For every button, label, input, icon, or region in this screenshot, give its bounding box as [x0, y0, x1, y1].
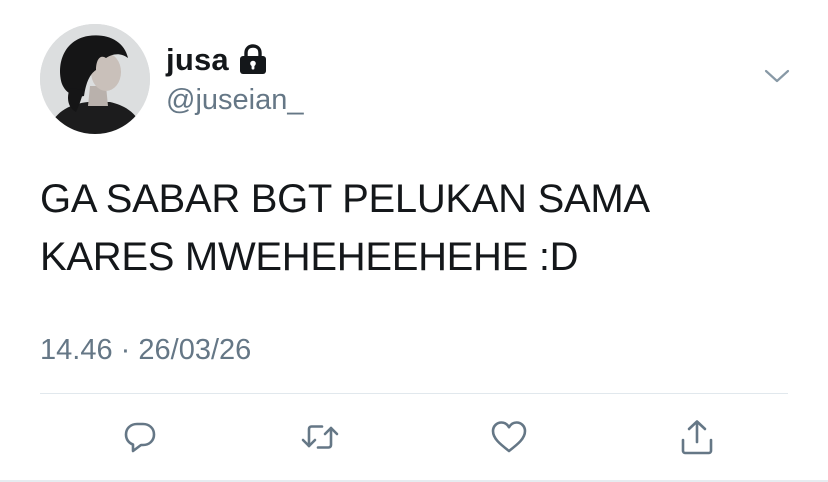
display-name[interactable]: jusa: [166, 40, 229, 80]
retweet-button[interactable]: [298, 415, 342, 459]
like-button[interactable]: [487, 415, 531, 459]
avatar-image: [40, 24, 150, 134]
share-icon: [679, 418, 715, 456]
tweet-timestamp: 14.46 · 26/03/26: [40, 332, 251, 368]
chevron-down-icon[interactable]: [762, 64, 792, 88]
reply-icon: [122, 419, 158, 455]
timestamp-separator: ·: [120, 334, 131, 366]
retweet-icon: [300, 419, 340, 455]
tweet-text-line: KARES MWEHEHEEHEHE :D: [40, 235, 579, 279]
tweet-time[interactable]: 14.46: [40, 334, 113, 366]
reply-button[interactable]: [118, 415, 162, 459]
tweet-text: GA SABAR BGT PELUKAN SAMA KARES MWEHEHEE…: [40, 170, 800, 286]
username-handle[interactable]: @juseian_: [166, 80, 303, 120]
tweet-date[interactable]: 26/03/26: [138, 334, 251, 366]
tweet-card: jusa @juseian_ GA SABAR BGT PELUKAN SAMA…: [0, 0, 828, 482]
lock-icon: [238, 44, 268, 76]
divider: [40, 393, 788, 394]
share-button[interactable]: [675, 415, 719, 459]
name-row: jusa: [166, 40, 268, 80]
tweet-text-line: GA SABAR BGT PELUKAN SAMA: [40, 177, 650, 221]
like-icon: [490, 419, 528, 455]
avatar[interactable]: [40, 24, 150, 134]
